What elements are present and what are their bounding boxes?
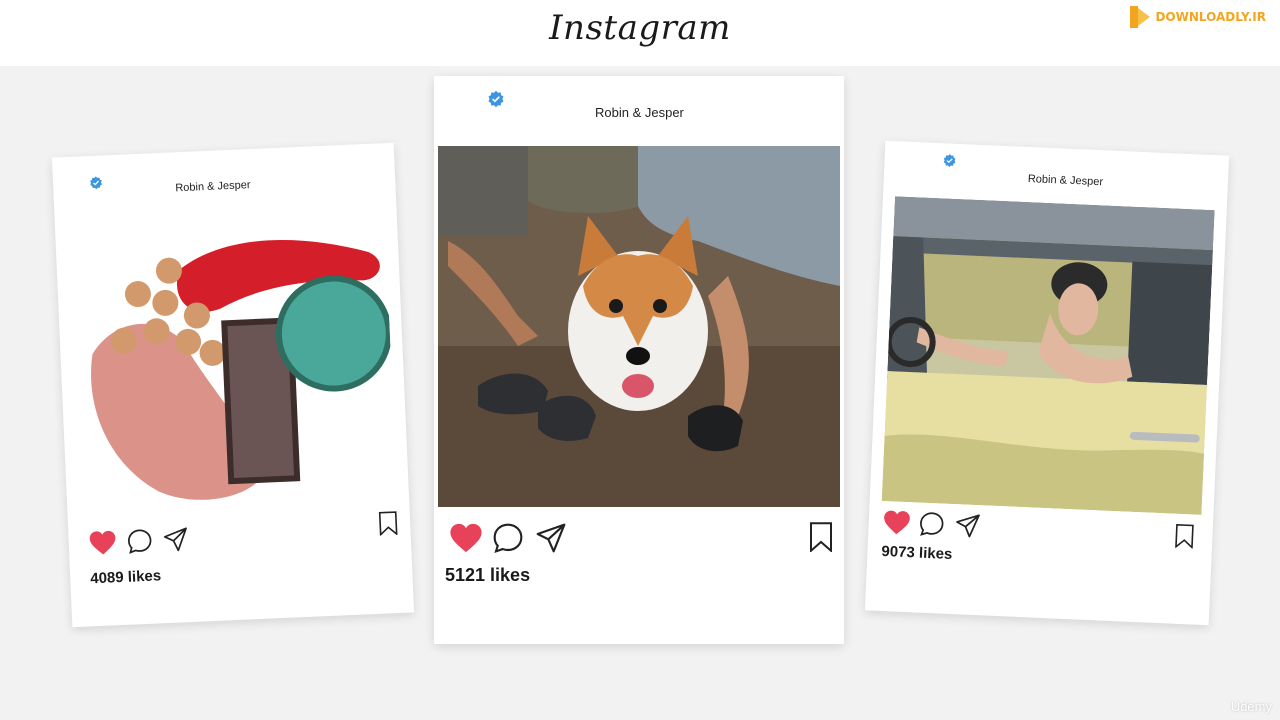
likes-count: 5121 likes [445, 565, 531, 585]
bookmark-icon[interactable] [808, 522, 834, 552]
post-card-cosmetics[interactable]: Robin & Jesper 4089 likes [51, 142, 415, 628]
post-image-cosmetics [67, 221, 398, 517]
verified-badge-icon [90, 176, 102, 190]
post-card-car[interactable]: Robin & Jesper 9073 likes [864, 140, 1230, 626]
post-author[interactable]: Robin & Jesper [175, 179, 251, 194]
likes-count: 9073 likes [881, 542, 953, 564]
post-card-corgi[interactable]: Robin & Jesper 5121 likes [434, 76, 844, 644]
share-icon[interactable] [162, 526, 189, 553]
play-logo-icon [1130, 6, 1151, 28]
bookmark-icon[interactable] [1174, 523, 1195, 549]
downloadly-badge: DOWNLOADLY.IR [1129, 4, 1266, 30]
badge-text: DOWNLOADLY.IR [1155, 10, 1266, 24]
bookmark-icon[interactable] [378, 511, 399, 536]
post-image-corgi [438, 146, 840, 507]
udemy-watermark: Udemy [1230, 699, 1272, 714]
top-bar: Instagram DOWNLOADLY.IR [0, 0, 1280, 66]
comment-icon[interactable] [492, 522, 524, 554]
like-heart-icon[interactable] [449, 522, 483, 554]
like-heart-icon[interactable] [882, 509, 911, 536]
verified-badge-icon [943, 154, 956, 167]
share-icon[interactable] [954, 512, 981, 539]
instagram-logo: Instagram [549, 8, 731, 48]
likes-count: 4089 likes [89, 567, 162, 588]
post-author[interactable]: Robin & Jesper [595, 105, 684, 120]
comment-icon[interactable] [918, 511, 945, 538]
post-image-car [881, 196, 1215, 515]
verified-badge-icon [488, 90, 504, 108]
like-heart-icon[interactable] [88, 529, 117, 556]
post-author[interactable]: Robin & Jesper [1028, 173, 1104, 188]
comment-icon[interactable] [126, 528, 153, 555]
share-icon[interactable] [535, 522, 567, 554]
